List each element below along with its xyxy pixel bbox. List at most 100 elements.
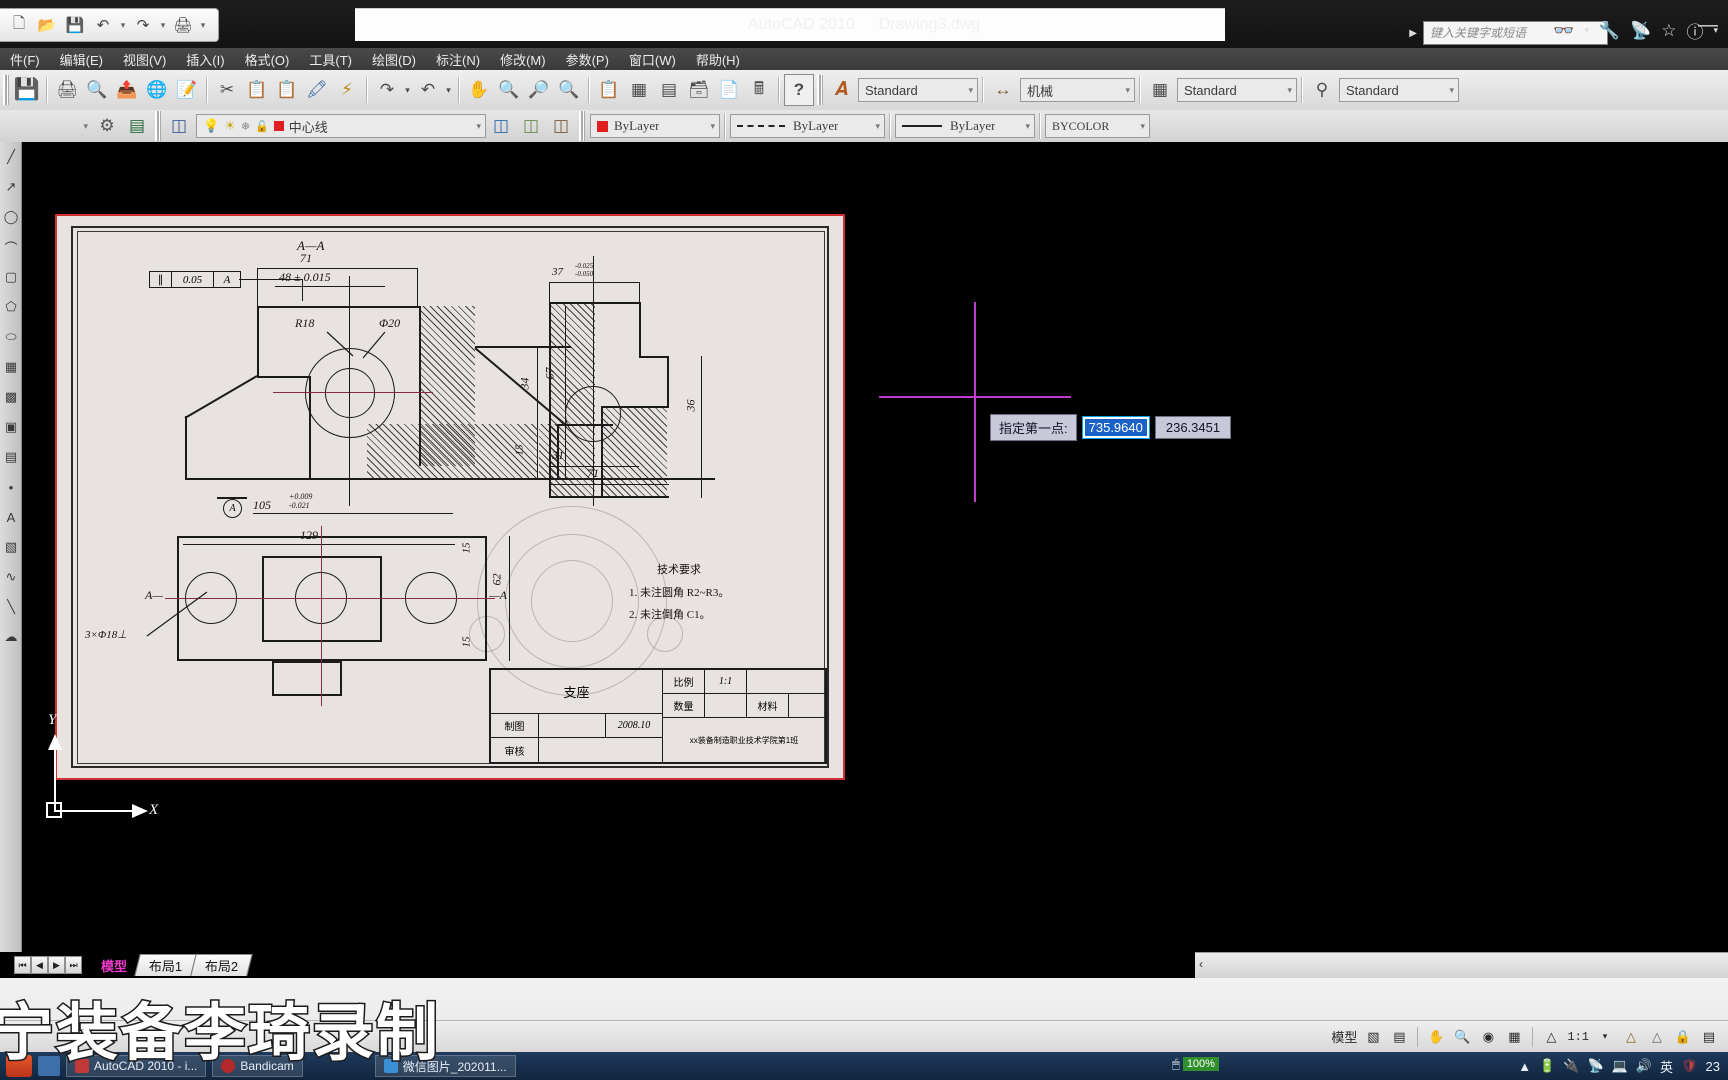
mleader-style-combo[interactable]: Standard ▾ xyxy=(1339,78,1459,102)
pan-icon[interactable]: ✋ xyxy=(1423,1025,1449,1049)
mleader-style-icon[interactable]: ⚲ xyxy=(1307,74,1337,106)
design-center-icon[interactable]: ▦ xyxy=(624,74,654,106)
match-properties-icon[interactable]: 🖍 xyxy=(302,74,332,106)
layer-match-icon[interactable]: ◫ xyxy=(546,110,576,142)
arc-icon[interactable]: ⌒ xyxy=(0,232,22,262)
construction-line-icon[interactable]: ╲ xyxy=(0,592,22,622)
tab-layout1[interactable]: 布局1 xyxy=(134,954,197,976)
menu-item-dimension[interactable]: 标注(N) xyxy=(426,48,490,71)
plot-preview-icon[interactable]: 🔍 xyxy=(82,74,112,106)
chevron-up-icon[interactable]: ▲ xyxy=(1518,1059,1531,1074)
coordinate-y-input[interactable]: 236.3451 xyxy=(1154,416,1232,439)
chevron-down-icon[interactable]: ▾ xyxy=(1592,1025,1618,1049)
volume-icon[interactable]: 🔊 xyxy=(1636,1058,1652,1074)
qat-overflow-icon[interactable]: ▾ xyxy=(198,12,208,38)
table-style-combo[interactable]: Standard ▾ xyxy=(1177,78,1297,102)
nav-first-button[interactable]: ⏮ xyxy=(14,956,31,974)
undo-dropdown-icon[interactable]: ▾ xyxy=(118,12,128,38)
clock-label[interactable]: 23 xyxy=(1706,1059,1720,1074)
redo-dropdown-icon[interactable]: ▾ xyxy=(443,74,454,106)
table-style-icon[interactable]: ▦ xyxy=(1145,74,1175,106)
model-space-icon[interactable]: ▧ xyxy=(1360,1025,1386,1049)
annotation-auto-add-icon[interactable]: △ xyxy=(1644,1025,1670,1049)
redo-dropdown-icon[interactable]: ▾ xyxy=(158,12,168,38)
tool-palettes-icon[interactable]: ▤ xyxy=(654,74,684,106)
menu-item-file[interactable]: 件(F) xyxy=(0,48,50,71)
chevron-down-icon[interactable]: ▾ xyxy=(476,121,481,132)
circle-icon[interactable]: ◯ xyxy=(0,202,22,232)
region-icon[interactable]: ▣ xyxy=(0,412,22,442)
layer-manager-icon[interactable]: ◫ xyxy=(164,110,194,142)
copy-icon[interactable]: 📋 xyxy=(242,74,272,106)
polyline-icon[interactable]: ↗ xyxy=(0,172,22,202)
nav-last-button[interactable]: ⏭ xyxy=(65,956,82,974)
line-icon[interactable]: ╱ xyxy=(0,142,22,172)
wrench-icon[interactable]: 🔧 xyxy=(1599,21,1620,41)
dim-style-combo[interactable]: 机械 ▾ xyxy=(1020,78,1135,102)
undo-dropdown-icon[interactable]: ▾ xyxy=(402,74,413,106)
toolbar-grip[interactable] xyxy=(579,111,585,141)
make-current-icon[interactable]: ◫ xyxy=(516,110,546,142)
gradient-icon[interactable]: ▩ xyxy=(0,382,22,412)
network-icon[interactable]: 📡 xyxy=(1587,1058,1603,1074)
ellipse-icon[interactable]: ⬭ xyxy=(0,322,22,352)
sheet-set-icon[interactable]: 🗃 xyxy=(684,74,714,106)
redo-icon[interactable]: ↶ xyxy=(413,74,443,106)
layer-combo[interactable]: 💡 ☀ ❄ 🔓 中心线 ▾ xyxy=(196,114,486,138)
zoom-realtime-icon[interactable]: 🔍 xyxy=(494,74,524,106)
block-editor-icon[interactable]: ⚡ xyxy=(332,74,362,106)
block-icon[interactable]: ▧ xyxy=(0,532,22,562)
dynamic-input[interactable]: 指定第一点: 735.9640 236.3451 xyxy=(990,414,1232,441)
search-binoculars-icon[interactable]: 👓 xyxy=(1553,21,1574,41)
save-file-icon[interactable]: 💾 xyxy=(62,12,88,38)
monitor-icon[interactable]: 💻 xyxy=(1612,1058,1628,1074)
chevron-down-icon[interactable]: ▾ xyxy=(1025,121,1030,132)
chevron-down-icon[interactable]: ▾ xyxy=(1449,85,1454,96)
menu-item-tools[interactable]: 工具(T) xyxy=(299,48,362,71)
annotation-scale-value[interactable]: 1:1 xyxy=(1564,1025,1592,1049)
new-file-icon[interactable]: 🗋 xyxy=(6,12,32,38)
zoom-icon[interactable]: 🔍 xyxy=(1449,1025,1475,1049)
nav-next-button[interactable]: ▶ xyxy=(48,956,65,974)
star-icon[interactable]: ☆ xyxy=(1661,21,1676,41)
open-file-icon[interactable]: 📂 xyxy=(34,12,60,38)
steering-wheel-icon[interactable]: ◉ xyxy=(1475,1025,1501,1049)
plot-icon[interactable]: 🖨 xyxy=(52,74,82,106)
scroll-marker[interactable]: ‹ xyxy=(1199,957,1203,971)
nav-prev-button[interactable]: ◀ xyxy=(31,956,48,974)
chevron-down-icon[interactable]: ▾ xyxy=(875,121,880,132)
satellite-icon[interactable]: 📡 xyxy=(1630,21,1651,41)
layer-previous-icon[interactable]: ◫ xyxy=(486,110,516,142)
status-space-label[interactable]: 模型 xyxy=(1328,1025,1360,1049)
menu-item-edit[interactable]: 编辑(E) xyxy=(50,48,113,71)
layout-icon[interactable]: ▤ xyxy=(1386,1025,1412,1049)
toolbar-grip[interactable] xyxy=(155,111,161,141)
undo-icon[interactable]: ↷ xyxy=(372,74,402,106)
chevron-down-icon[interactable]: ▾ xyxy=(83,121,88,132)
zoom-window-icon[interactable]: 🔎 xyxy=(524,74,554,106)
menu-item-window[interactable]: 窗口(W) xyxy=(619,48,686,71)
hatch-icon[interactable]: ▦ xyxy=(0,352,22,382)
layer-color-swatch[interactable] xyxy=(273,121,284,131)
text-style-combo[interactable]: Standard ▾ xyxy=(858,78,978,102)
menu-item-view[interactable]: 视图(V) xyxy=(113,48,176,71)
minimize-button[interactable]: — xyxy=(1698,14,1718,37)
menu-item-insert[interactable]: 插入(I) xyxy=(176,48,234,71)
plot-icon[interactable]: 🖨 xyxy=(170,12,196,38)
chevron-down-icon[interactable]: ▾ xyxy=(1584,25,1589,36)
menu-item-format[interactable]: 格式(O) xyxy=(235,48,300,71)
plotstyle-combo[interactable]: BYCOLOR ▾ xyxy=(1045,114,1150,138)
search-expand-icon[interactable]: ▶ xyxy=(1403,28,1423,39)
usb-icon[interactable]: 🔌 xyxy=(1563,1058,1579,1074)
drawing-image[interactable]: A—A ∥ 0.05 A 71 48 ± 0.015 R18 Φ20 34 15… xyxy=(55,214,845,780)
text-icon[interactable]: A xyxy=(0,502,22,532)
color-combo[interactable]: ByLayer ▾ xyxy=(590,114,720,138)
layout-nav-buttons[interactable]: ⏮ ◀ ▶ ⏭ xyxy=(0,956,82,974)
pan-icon[interactable]: ✋ xyxy=(464,74,494,106)
shield-icon[interactable]: 🛡 xyxy=(1681,1058,1698,1074)
ime-label[interactable]: 英 xyxy=(1660,1057,1673,1076)
publish-icon[interactable]: 📤 xyxy=(112,74,142,106)
coordinate-x-input[interactable]: 735.9640 xyxy=(1081,416,1150,439)
infocenter-icons[interactable]: 👓 ▾ 🔧 📡 ☆ ⓘ ▾ xyxy=(1553,18,1718,43)
drawing-canvas[interactable]: A—A ∥ 0.05 A 71 48 ± 0.015 R18 Φ20 34 15… xyxy=(22,142,1728,952)
